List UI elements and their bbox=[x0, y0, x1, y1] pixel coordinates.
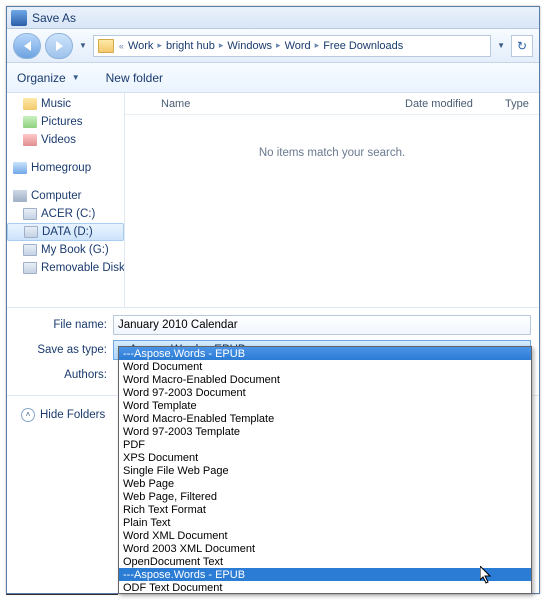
crumb-windows[interactable]: Windows bbox=[224, 40, 275, 52]
navigation-bar: ▼ « Work▸ bright hub▸ Windows▸ Word▸ Fre… bbox=[7, 29, 539, 63]
window-title: Save As bbox=[32, 11, 76, 25]
sidebar-item-drive-d[interactable]: DATA (D:) bbox=[7, 223, 124, 241]
dropdown-option[interactable]: XPS Document bbox=[119, 451, 531, 464]
sidebar-item-music[interactable]: Music bbox=[7, 95, 124, 113]
chevron-up-icon: ˄ bbox=[21, 408, 35, 422]
pictures-icon bbox=[23, 116, 37, 128]
folder-tree[interactable]: Music Pictures Videos Homegroup Computer… bbox=[7, 93, 125, 307]
dropdown-option[interactable]: Rich Text Format bbox=[119, 503, 531, 516]
col-date[interactable]: Date modified bbox=[397, 98, 497, 110]
dropdown-option[interactable]: ODF Text Document bbox=[119, 581, 531, 594]
savetype-dropdown[interactable]: ---Aspose.Words - EPUBWord DocumentWord … bbox=[118, 346, 532, 594]
dropdown-option[interactable]: Word 2003 XML Document bbox=[119, 542, 531, 555]
filename-input[interactable] bbox=[113, 315, 531, 335]
content-area: Music Pictures Videos Homegroup Computer… bbox=[7, 93, 539, 307]
dropdown-option[interactable]: Word Macro-Enabled Template bbox=[119, 412, 531, 425]
dropdown-option[interactable]: Word XML Document bbox=[119, 529, 531, 542]
column-headers[interactable]: Name Date modified Type bbox=[125, 93, 539, 115]
empty-message: No items match your search. bbox=[125, 147, 539, 159]
path-dropdown-icon[interactable]: ▼ bbox=[495, 41, 507, 50]
drive-icon bbox=[23, 208, 37, 220]
music-icon bbox=[23, 98, 37, 110]
crumb-free-downloads[interactable]: Free Downloads bbox=[320, 40, 406, 52]
hide-folders-button[interactable]: ˄ Hide Folders bbox=[21, 408, 105, 422]
sidebar-item-computer[interactable]: Computer bbox=[7, 187, 124, 205]
dropdown-option[interactable]: Single File Web Page bbox=[119, 464, 531, 477]
crumb-work[interactable]: Work bbox=[125, 40, 156, 52]
refresh-button[interactable]: ↻ bbox=[511, 35, 533, 57]
dropdown-option[interactable]: Word Macro-Enabled Document bbox=[119, 373, 531, 386]
refresh-icon: ↻ bbox=[517, 39, 527, 53]
chevron-down-icon: ▼ bbox=[70, 73, 82, 82]
authors-label: Authors: bbox=[7, 369, 113, 381]
sidebar-item-drive-c[interactable]: ACER (C:) bbox=[7, 205, 124, 223]
folder-icon bbox=[98, 39, 114, 53]
savetype-label: Save as type: bbox=[7, 344, 113, 356]
crumb-brighthub[interactable]: bright hub bbox=[163, 40, 218, 52]
back-button[interactable] bbox=[13, 33, 41, 59]
dropdown-option[interactable]: Web Page bbox=[119, 477, 531, 490]
dropdown-option[interactable]: OpenDocument Text bbox=[119, 555, 531, 568]
drive-icon bbox=[23, 262, 37, 274]
app-icon bbox=[11, 10, 27, 26]
dropdown-option[interactable]: Plain Text bbox=[119, 516, 531, 529]
sidebar-item-videos[interactable]: Videos bbox=[7, 131, 124, 149]
dropdown-option[interactable]: Word 97-2003 Template bbox=[119, 425, 531, 438]
new-folder-button[interactable]: New folder bbox=[106, 71, 163, 85]
history-dropdown-icon[interactable]: ▼ bbox=[77, 41, 89, 50]
homegroup-icon bbox=[13, 162, 27, 174]
sidebar-item-removable[interactable]: Removable Disk ( bbox=[7, 259, 124, 277]
sidebar-item-homegroup[interactable]: Homegroup bbox=[7, 159, 124, 177]
breadcrumb[interactable]: « Work▸ bright hub▸ Windows▸ Word▸ Free … bbox=[93, 35, 491, 57]
dropdown-option[interactable]: Word Document bbox=[119, 360, 531, 373]
organize-button[interactable]: Organize▼ bbox=[17, 71, 82, 85]
arrow-right-icon bbox=[56, 41, 63, 51]
forward-button[interactable] bbox=[45, 33, 73, 59]
filename-label: File name: bbox=[7, 319, 113, 331]
dropdown-option[interactable]: Web Page, Filtered bbox=[119, 490, 531, 503]
drive-icon bbox=[23, 244, 37, 256]
sidebar-item-drive-g[interactable]: My Book (G:) bbox=[7, 241, 124, 259]
mouse-cursor bbox=[480, 566, 494, 584]
arrow-left-icon bbox=[24, 41, 31, 51]
dropdown-option[interactable]: ---Aspose.Words - EPUB bbox=[119, 347, 531, 360]
file-list[interactable]: Name Date modified Type No items match y… bbox=[125, 93, 539, 307]
col-type[interactable]: Type bbox=[497, 98, 539, 110]
drive-icon bbox=[24, 226, 38, 238]
toolbar: Organize▼ New folder bbox=[7, 63, 539, 93]
computer-icon bbox=[13, 190, 27, 202]
col-name[interactable]: Name bbox=[125, 98, 397, 110]
dropdown-option[interactable]: PDF bbox=[119, 438, 531, 451]
crumb-word[interactable]: Word bbox=[282, 40, 314, 52]
videos-icon bbox=[23, 134, 37, 146]
titlebar[interactable]: Save As bbox=[7, 7, 539, 29]
sidebar-item-pictures[interactable]: Pictures bbox=[7, 113, 124, 131]
dropdown-option[interactable]: Word 97-2003 Document bbox=[119, 386, 531, 399]
dropdown-option[interactable]: ---Aspose.Words - EPUB bbox=[119, 568, 531, 581]
dropdown-option[interactable]: Word Template bbox=[119, 399, 531, 412]
